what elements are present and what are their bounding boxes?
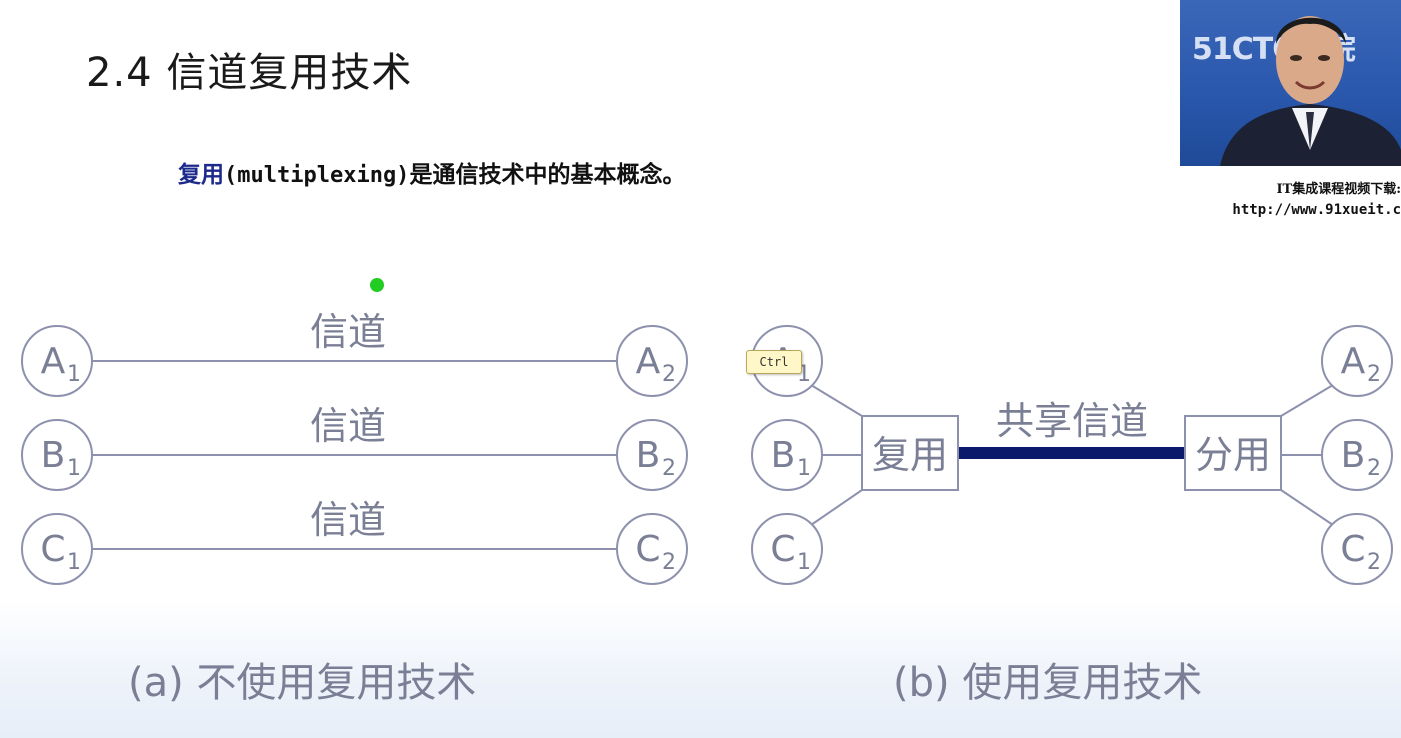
node-a1-a-label: A [41, 341, 66, 382]
node-b2-b-subscript: 2 [1367, 456, 1381, 481]
demux-connector-3 [1280, 489, 1334, 526]
mux-label: 复用 [872, 433, 948, 477]
node-c2-b: C2 [1321, 513, 1393, 585]
node-c1-b-label: C [770, 529, 795, 570]
mux-connector-1 [810, 384, 863, 417]
channel-label-3: 信道 [310, 498, 386, 542]
node-a2-b-subscript: 2 [1367, 362, 1381, 387]
node-b2-a-label: B [636, 435, 661, 476]
node-b1-b-label: B [771, 435, 796, 476]
node-b2-a: B2 [616, 419, 688, 491]
node-a1-a: A1 [21, 325, 93, 397]
node-a1-a-subscript: 1 [67, 362, 81, 387]
node-b1-a-subscript: 1 [67, 456, 81, 481]
channel-label-2: 信道 [310, 404, 386, 448]
node-b1-b-subscript: 1 [797, 456, 811, 481]
mux-connector-3 [810, 489, 863, 526]
node-b1-a: B1 [21, 419, 93, 491]
node-c2-a: C2 [616, 513, 688, 585]
node-c2-a-label: C [635, 529, 660, 570]
demux-connector-1 [1280, 384, 1334, 417]
diagram-a: 信道A 1 A 2信道B 1 B 2信道C 1 C 2 [21, 310, 688, 585]
channel-label-1: 信道 [310, 310, 386, 354]
demux-label: 分用 [1195, 433, 1271, 477]
ctrl-key-hint: Ctrl [746, 350, 802, 374]
shared-channel-label: 共享信道 [996, 399, 1148, 443]
node-a2-b-label: A [1341, 341, 1366, 382]
node-a2-b: A2 [1321, 325, 1393, 397]
node-b2-b: B2 [1321, 419, 1393, 491]
node-c2-b-label: C [1340, 529, 1365, 570]
node-b2-a-subscript: 2 [662, 456, 676, 481]
node-a2-a-subscript: 2 [662, 362, 676, 387]
node-a2-a: A2 [616, 325, 688, 397]
node-c1-b-subscript: 1 [797, 550, 811, 575]
pointer-dot [370, 278, 384, 292]
node-b2-b-label: B [1341, 435, 1366, 476]
node-c2-b-subscript: 2 [1367, 550, 1381, 575]
node-b1-a-label: B [41, 435, 66, 476]
caption-a: (a) 不使用复用技术 [128, 660, 477, 706]
node-a2-a-label: A [636, 341, 661, 382]
node-b1-b: B1 [751, 419, 823, 491]
node-c1-a: C1 [21, 513, 93, 585]
node-c1-a-subscript: 1 [67, 550, 81, 575]
node-c1-b: C1 [751, 513, 823, 585]
node-c2-a-subscript: 2 [662, 550, 676, 575]
node-c1-a-label: C [40, 529, 65, 570]
diagram-b: 共享信道复用分用A1B1C1A2B2C2 [751, 325, 1393, 585]
caption-b: (b) 使用复用技术 [893, 660, 1203, 706]
multiplexing-diagram: 信道A1A2信道B1B2信道C1C2 共享信道复用分用A1B1C1A2B2C2 [21, 310, 1393, 585]
